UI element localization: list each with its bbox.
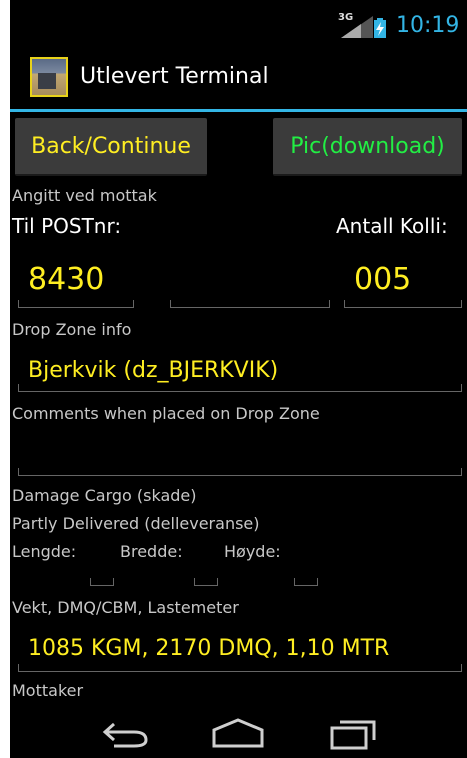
- kolli-label: Antall Kolli:: [336, 214, 448, 238]
- postnr-label: Til POSTnr:: [12, 214, 122, 238]
- bredde-field[interactable]: [194, 578, 218, 586]
- dropzone-label: Drop Zone info: [12, 320, 132, 339]
- signal-icon: [341, 16, 373, 38]
- middle-field-underline[interactable]: [170, 300, 330, 308]
- comments-underline: [18, 468, 462, 476]
- weight-label: Vekt, DMQ/CBM, Lastemeter: [12, 598, 239, 617]
- bredde-label: Bredde:: [120, 542, 183, 561]
- hoyde-label: Høyde:: [224, 542, 281, 561]
- battery-icon: [374, 18, 386, 38]
- home-icon[interactable]: [210, 716, 266, 748]
- kolli-field[interactable]: 005: [354, 262, 411, 297]
- dropzone-underline: [18, 384, 462, 392]
- damage-cargo-label[interactable]: Damage Cargo (skade): [12, 486, 197, 505]
- back-continue-button[interactable]: Back/Continue: [15, 118, 207, 176]
- pic-download-button[interactable]: Pic(download): [273, 118, 462, 176]
- mottaker-label: Mottaker: [12, 681, 84, 700]
- weight-underline: [18, 664, 462, 672]
- comments-label: Comments when placed on Drop Zone: [12, 404, 320, 423]
- received-label: Angitt ved mottak: [12, 186, 157, 205]
- partly-delivered-label[interactable]: Partly Delivered (delleveranse): [12, 514, 260, 533]
- dropzone-field[interactable]: Bjerkvik (dz_BJERKVIK): [28, 358, 278, 383]
- lengde-field[interactable]: [90, 578, 114, 586]
- lengde-label: Lengde:: [12, 542, 77, 561]
- back-icon[interactable]: [100, 716, 152, 748]
- status-clock: 10:19: [396, 13, 460, 38]
- phone-screen: 3G 10:19 Utlevert Terminal Back/Continue…: [10, 0, 467, 758]
- recents-icon[interactable]: [328, 716, 380, 750]
- postnr-underline: [18, 300, 134, 308]
- app-title: Utlevert Terminal: [80, 64, 269, 89]
- action-bar-divider: [10, 109, 467, 112]
- kolli-underline: [344, 300, 462, 308]
- app-icon[interactable]: [30, 57, 68, 97]
- postnr-field[interactable]: 8430: [28, 262, 104, 297]
- hoyde-field[interactable]: [294, 578, 318, 586]
- weight-field[interactable]: 1085 KGM, 2170 DMQ, 1,10 MTR: [28, 636, 389, 661]
